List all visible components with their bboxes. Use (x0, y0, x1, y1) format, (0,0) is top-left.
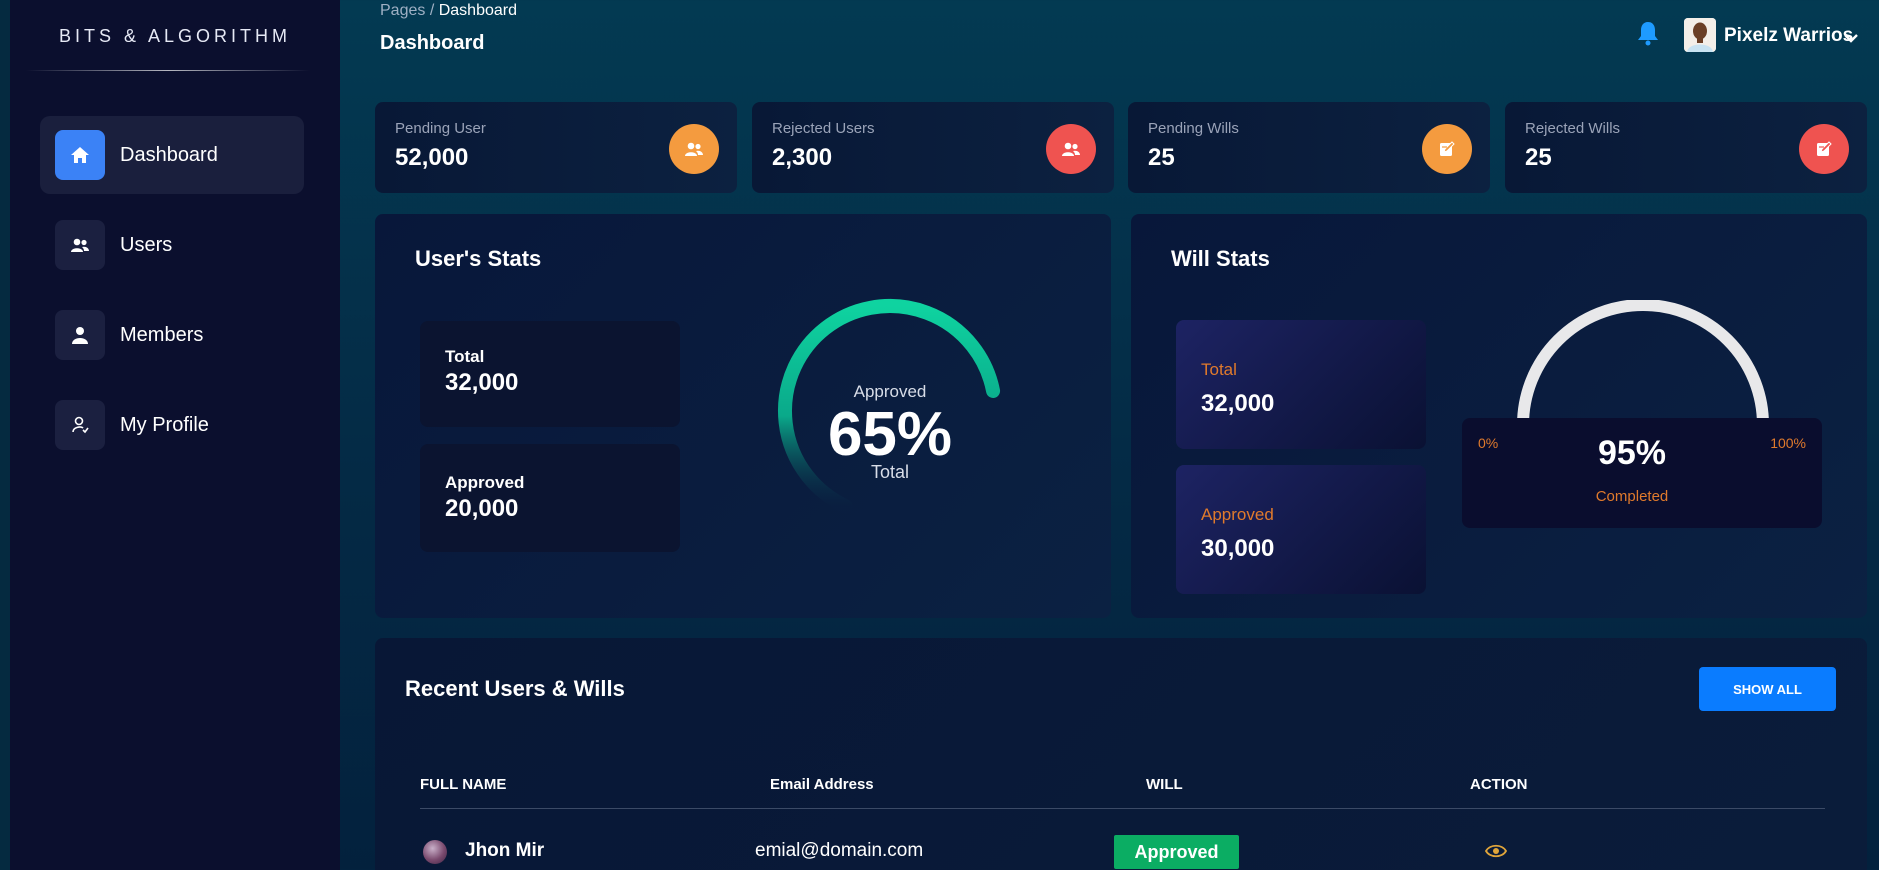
home-icon (55, 130, 105, 180)
users-icon (669, 124, 719, 174)
users-total-card: Total 32,000 (420, 321, 680, 427)
sidebar: BITS & ALGORITHM Dashboard Users Members… (10, 0, 340, 870)
mini-label: Approved (445, 473, 525, 492)
users-icon (55, 220, 105, 270)
show-all-button[interactable]: SHOW ALL (1699, 667, 1836, 711)
stat-value: 25 (1148, 144, 1175, 171)
avatar[interactable] (1684, 18, 1716, 52)
edit-icon (1422, 124, 1472, 174)
bell-icon[interactable] (1636, 20, 1660, 51)
mini-value: 30,000 (1201, 535, 1275, 562)
sidebar-item-label: Members (120, 323, 204, 346)
mini-label: Total (1201, 360, 1237, 379)
row-email: emial@domain.com (755, 840, 924, 861)
will-total-card: Total 32,000 (1176, 320, 1426, 449)
panel-title: User's Stats (415, 246, 542, 271)
page-title: Dashboard (380, 32, 485, 54)
stat-card-pending-users: Pending User 52,000 (375, 102, 737, 193)
edit-icon (1799, 124, 1849, 174)
breadcrumb-current: Dashboard (438, 2, 517, 19)
mini-value: 32,000 (445, 369, 519, 396)
avatar (423, 840, 447, 864)
mini-label: Total (445, 347, 485, 366)
recent-users-wills-panel: Recent Users & Wills SHOW ALL FULL NAME … (375, 638, 1867, 870)
column-header-action[interactable]: ACTION (1470, 776, 1528, 793)
stat-value: 2,300 (772, 144, 833, 171)
will-gauge (1517, 300, 1769, 426)
users-approved-card: Approved 20,000 (420, 444, 680, 552)
stat-label: Rejected Users (772, 120, 875, 137)
stat-card-rejected-wills: Rejected Wills 25 (1505, 102, 1867, 193)
gauge-percent: 95% (1597, 434, 1667, 472)
stat-card-rejected-users: Rejected Users 2,300 (752, 102, 1114, 193)
column-header-email[interactable]: Email Address (770, 776, 874, 793)
mini-value: 20,000 (445, 495, 519, 522)
gauge-percent: 65% (827, 400, 953, 469)
gauge-bottom-label: Total (870, 462, 910, 482)
will-gauge-box: 0% 100% 95% Completed (1462, 418, 1822, 528)
brand-divider (26, 70, 310, 71)
sidebar-item-dashboard[interactable]: Dashboard (40, 116, 304, 194)
stat-value: 52,000 (395, 144, 469, 171)
sidebar-item-label: Dashboard (120, 143, 218, 166)
table-divider (420, 808, 1825, 809)
mini-label: Approved (1201, 505, 1274, 524)
sidebar-item-users[interactable]: Users (40, 206, 304, 284)
breadcrumb-parent[interactable]: Pages (380, 2, 425, 19)
sidebar-item-members[interactable]: Members (40, 296, 304, 374)
will-approved-card: Approved 30,000 (1176, 465, 1426, 594)
column-header-full-name[interactable]: FULL NAME (420, 776, 506, 793)
sidebar-item-my-profile[interactable]: My Profile (40, 386, 304, 464)
breadcrumb-separator: / (425, 2, 439, 19)
gauge-arc (1517, 300, 1769, 426)
section-title: Recent Users & Wills (405, 676, 625, 701)
chevron-down-icon[interactable] (1844, 30, 1858, 48)
users-stats-panel: User's Stats Total 32,000 Approved 20,00… (375, 214, 1111, 618)
brand-logo-text: BITS & ALGORITHM (58, 26, 292, 46)
eye-icon[interactable] (1484, 844, 1508, 863)
panel-title: Will Stats (1171, 246, 1270, 271)
mini-value: 32,000 (1201, 390, 1275, 417)
sidebar-item-label: Users (120, 233, 173, 256)
stat-label: Rejected Wills (1525, 120, 1621, 137)
profile-icon (55, 400, 105, 450)
sidebar-item-label: My Profile (120, 413, 209, 436)
stat-label: Pending User (395, 120, 486, 137)
column-header-will[interactable]: WILL (1146, 776, 1183, 793)
breadcrumb: Pages / Dashboard (380, 2, 517, 20)
stat-value: 25 (1525, 144, 1552, 171)
stat-card-pending-wills: Pending Wills 25 (1128, 102, 1490, 193)
row-name: Jhon Mir (465, 840, 545, 861)
status-badge: Approved (1114, 835, 1239, 869)
users-icon (1046, 124, 1096, 174)
left-edge (0, 0, 10, 870)
user-name[interactable]: Pixelz Warrios (1724, 25, 1853, 47)
stat-label: Pending Wills (1148, 120, 1239, 137)
gauge-caption: Completed (1595, 488, 1669, 505)
person-icon (55, 310, 105, 360)
